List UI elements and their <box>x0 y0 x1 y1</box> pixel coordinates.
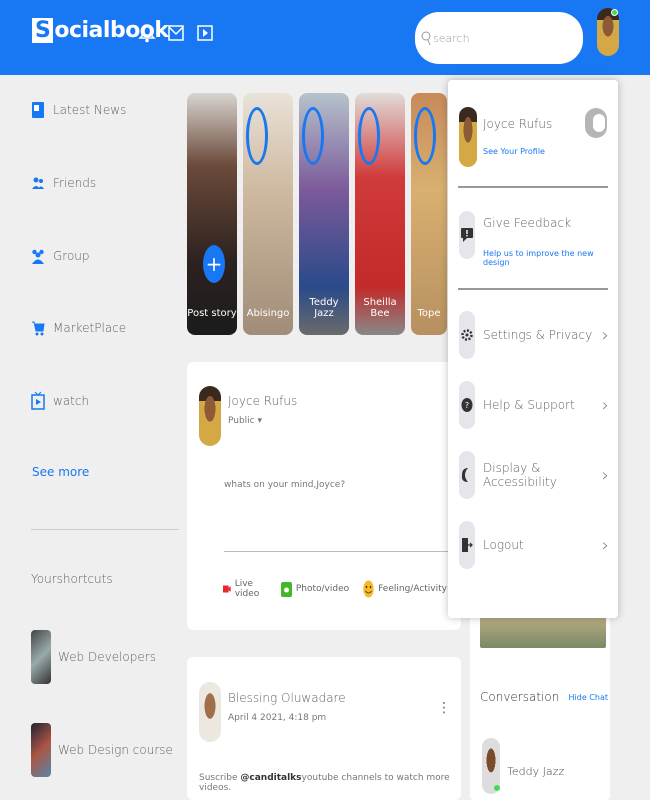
story-avatar-ring <box>246 107 268 165</box>
video-icon[interactable] <box>195 22 215 44</box>
top-navbar: Socialbook <box>0 0 650 75</box>
post-author-name[interactable]: Blessing Oluwadare <box>228 691 346 705</box>
composer-actions: Live video Photo/video Feeling/Activity <box>223 579 461 599</box>
settings-menu: Joyce Rufus See Your Profile Give Feedba… <box>448 80 618 618</box>
bell-icon[interactable] <box>137 22 157 44</box>
sidebar-divider <box>31 529 179 530</box>
hide-chat-link[interactable]: Hide Chat <box>569 693 608 702</box>
privacy-select[interactable]: Public ▾ <box>228 416 297 426</box>
gear-icon <box>459 311 475 359</box>
logout-item[interactable]: Logout › <box>459 520 609 570</box>
logout-icon <box>459 521 475 569</box>
tv-icon <box>31 391 45 410</box>
story-item[interactable]: Abisingo <box>243 93 293 335</box>
story-item[interactable]: Teddy Jazz <box>299 93 349 335</box>
svg-text:?: ? <box>465 401 469 410</box>
post-handle-link[interactable]: @canditalks <box>240 773 301 783</box>
menu-divider <box>458 288 608 290</box>
chevron-right-icon: › <box>601 394 609 416</box>
sidebar-item-friends[interactable]: Friends <box>31 168 96 198</box>
conversation-title: Conversation <box>480 690 560 704</box>
composer-input[interactable]: whats on your mind,Joyce? <box>224 480 345 490</box>
friends-icon <box>32 177 44 189</box>
feeling-icon <box>363 580 374 598</box>
chevron-right-icon: › <box>601 534 609 556</box>
help-icon: ? <box>459 381 475 429</box>
post-composer: Joyce Rufus Public ▾ whats on your mind,… <box>187 362 467 630</box>
post-card: Blessing Oluwadare April 4 2021, 4:18 pm… <box>187 657 461 800</box>
search-input[interactable] <box>433 26 573 50</box>
moon-icon <box>459 451 475 499</box>
chevron-right-icon: › <box>601 324 609 346</box>
shortcut-thumbnail <box>31 723 51 777</box>
sidebar-item-marketplace[interactable]: MarketPlace <box>31 313 126 343</box>
story-avatar-ring <box>302 107 324 165</box>
search-icon <box>421 31 431 46</box>
online-indicator <box>611 9 618 16</box>
feeling-activity-button[interactable]: Feeling/Activity <box>363 579 447 599</box>
menu-user-name: Joyce Rufus <box>483 117 553 131</box>
more-options-icon[interactable]: ⋮ <box>437 701 451 715</box>
shortcut-web-design-course[interactable]: Web Design course <box>31 723 173 777</box>
sidebar-item-watch[interactable]: watch <box>31 386 89 416</box>
shortcut-web-developers[interactable]: Web Developers <box>31 630 156 684</box>
story-post[interactable]: + Post story <box>187 93 237 335</box>
story-avatar-ring <box>358 107 380 165</box>
contact-name[interactable]: Teddy Jazz <box>507 765 564 778</box>
live-video-button[interactable]: Live video <box>223 579 267 599</box>
search-bar[interactable] <box>415 12 583 64</box>
live-video-icon <box>223 585 231 593</box>
news-icon <box>32 102 44 118</box>
composer-user: Joyce Rufus Public ▾ <box>199 386 297 446</box>
post-date: April 4 2021, 4:18 pm <box>228 713 327 723</box>
story-item[interactable]: Sheilla Bee <box>355 93 405 335</box>
sidebar-item-group[interactable]: Group <box>31 241 90 271</box>
composer-divider <box>224 551 467 552</box>
give-feedback-title[interactable]: Give Feedback <box>483 216 571 230</box>
online-indicator <box>494 785 500 791</box>
feedback-subtitle: Help us to improve the new design <box>483 249 594 267</box>
group-icon <box>32 249 44 264</box>
story-avatar-ring <box>414 107 436 165</box>
left-sidebar: Latest News Friends Group MarketPlace wa… <box>0 75 185 800</box>
photo-icon <box>280 582 292 597</box>
story-item[interactable]: Tope <box>411 93 447 335</box>
post-text: Suscribe @canditalksyoutube channels to … <box>199 773 450 793</box>
see-profile-link[interactable]: See Your Profile <box>483 147 545 156</box>
see-more-link[interactable]: See more <box>32 465 89 479</box>
main-feed: + Post story Abisingo Teddy Jazz Sheilla… <box>185 75 467 800</box>
shortcut-thumbnail <box>31 630 51 684</box>
display-accessibility-item[interactable]: Display & Accessibility › <box>459 450 609 500</box>
cart-icon <box>32 321 45 336</box>
post-user: Blessing Oluwadare April 4 2021, 4:18 pm <box>199 682 346 742</box>
help-support-item[interactable]: ? Help & Support › <box>459 380 609 430</box>
dark-mode-toggle[interactable] <box>585 108 607 138</box>
shortcuts-title: Yourshortcuts <box>31 572 113 586</box>
post-avatar[interactable] <box>199 682 221 742</box>
photo-video-button[interactable]: Photo/video <box>280 579 349 599</box>
menu-divider <box>458 186 608 188</box>
feedback-icon <box>459 211 475 259</box>
chevron-right-icon: › <box>601 464 609 486</box>
menu-avatar <box>459 107 477 167</box>
sidebar-item-latest-news[interactable]: Latest News <box>31 95 126 125</box>
composer-user-name: Joyce Rufus <box>228 394 298 408</box>
add-story-icon[interactable]: + <box>203 245 225 283</box>
composer-avatar <box>199 386 221 446</box>
settings-privacy-item[interactable]: Settings & Privacy › <box>459 310 609 360</box>
inbox-icon[interactable] <box>166 22 186 44</box>
